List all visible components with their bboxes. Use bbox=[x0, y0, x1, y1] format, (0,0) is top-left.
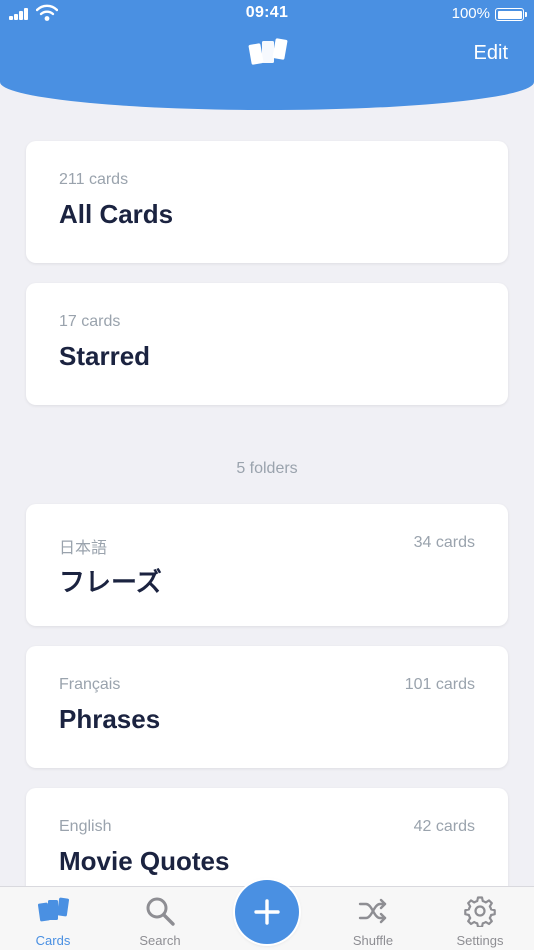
cards-icon bbox=[37, 897, 69, 922]
card-title: Starred bbox=[59, 341, 151, 371]
folder-title: Movie Quotes bbox=[59, 846, 230, 876]
add-card-button[interactable] bbox=[235, 880, 299, 944]
all-cards-card[interactable]: 211 cards All Cards bbox=[26, 141, 508, 263]
tab-search[interactable]: Search bbox=[115, 887, 205, 950]
search-icon bbox=[146, 897, 175, 926]
tab-label: Search bbox=[139, 933, 181, 948]
folder-title: フレーズ bbox=[59, 567, 162, 597]
folder-language: Français bbox=[59, 676, 121, 693]
folder-language: English bbox=[59, 818, 112, 835]
tab-settings[interactable]: Settings bbox=[435, 887, 525, 950]
starred-card[interactable]: 17 cards Starred bbox=[26, 283, 508, 405]
tab-label: Cards bbox=[35, 933, 71, 948]
tab-label: Shuffle bbox=[352, 933, 394, 948]
tab-label: Settings bbox=[456, 933, 504, 948]
tab-shuffle[interactable]: Shuffle bbox=[328, 887, 418, 950]
battery-icon bbox=[495, 8, 527, 21]
battery-percentage: 100% bbox=[451, 5, 490, 22]
plus-icon bbox=[254, 899, 280, 925]
folder-card-count: 34 cards bbox=[413, 534, 475, 551]
shuffle-icon bbox=[358, 898, 387, 924]
gear-icon bbox=[464, 896, 496, 927]
card-title: All Cards bbox=[59, 199, 174, 229]
folders-count-heading: 5 folders bbox=[236, 460, 298, 477]
card-count-label: 211 cards bbox=[59, 171, 129, 188]
folder-card-count: 101 cards bbox=[404, 676, 475, 693]
folder-card-japanese[interactable]: 日本語 34 cards フレーズ bbox=[26, 504, 508, 626]
folder-card-french[interactable]: Français 101 cards Phrases bbox=[26, 646, 508, 768]
card-count-label: 17 cards bbox=[59, 313, 121, 330]
folder-card-count: 42 cards bbox=[413, 818, 475, 835]
cards-stack-icon bbox=[248, 38, 288, 65]
header: 09:41 100% Edit bbox=[0, 0, 534, 110]
screen: 09:41 100% Edit 211 cards All Cards 17 c… bbox=[0, 0, 534, 950]
edit-button[interactable]: Edit bbox=[474, 42, 508, 65]
tab-cards[interactable]: Cards bbox=[8, 887, 98, 950]
folder-title: Phrases bbox=[59, 704, 161, 734]
folder-language: 日本語 bbox=[59, 540, 108, 557]
status-bar: 09:41 100% bbox=[0, 0, 534, 28]
